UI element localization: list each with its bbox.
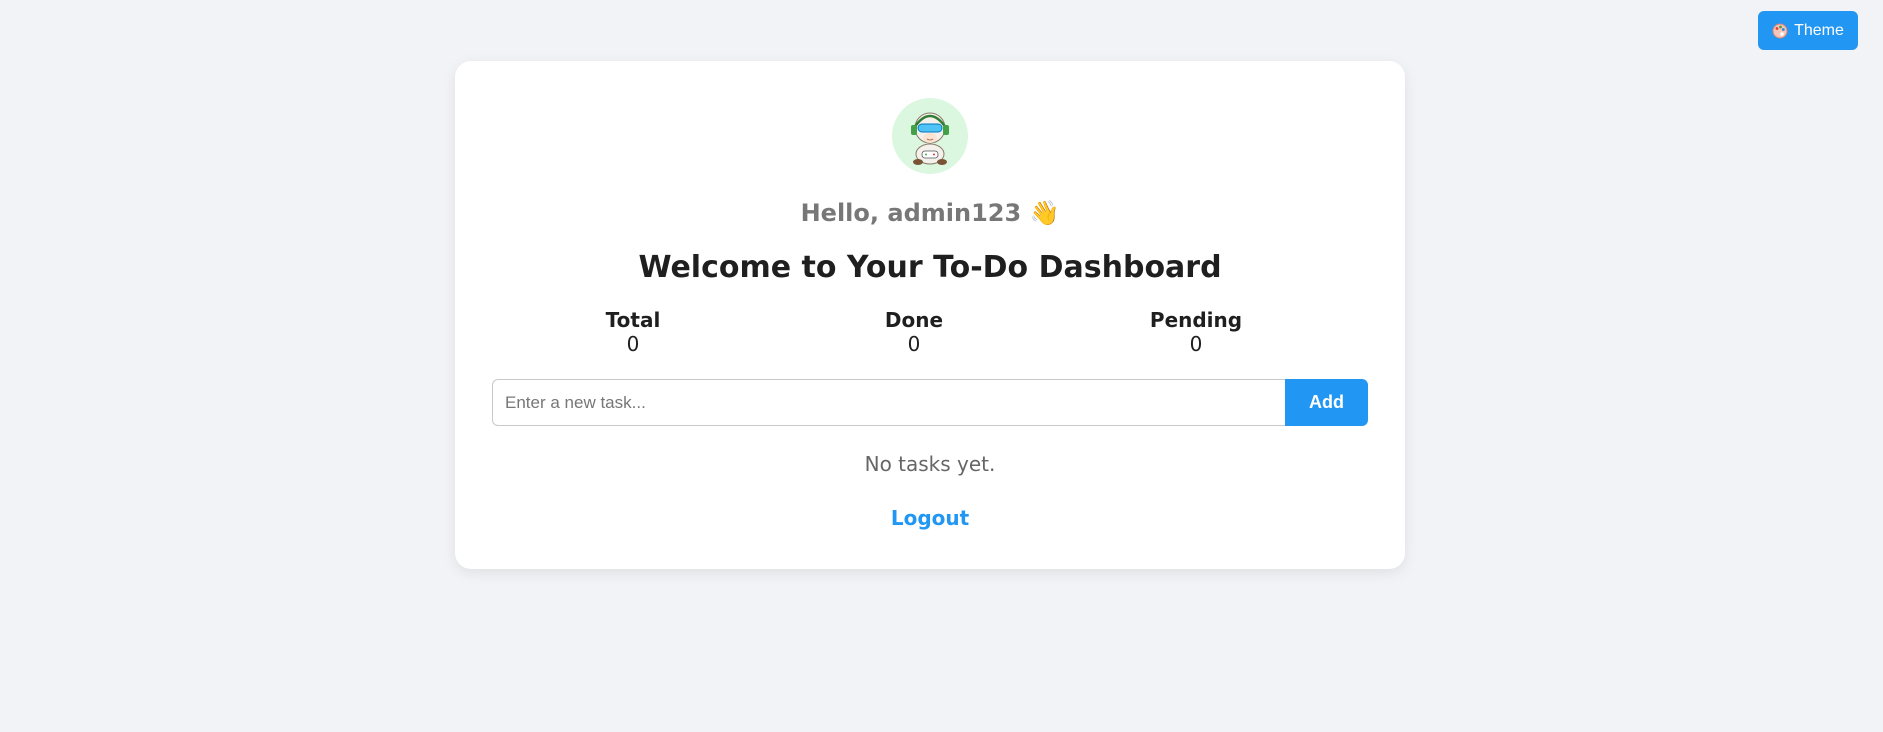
theme-button[interactable]: Theme	[1758, 11, 1858, 50]
stat-label: Done	[884, 308, 944, 332]
stat-pending: Pending 0	[1096, 308, 1296, 356]
stat-label: Total	[605, 308, 661, 332]
palette-icon	[1772, 23, 1788, 39]
sheep-avatar-icon	[911, 112, 949, 165]
stat-total: Total 0	[533, 308, 733, 356]
logout-link[interactable]: Logout	[455, 506, 1405, 530]
add-task-button[interactable]: Add	[1285, 379, 1368, 426]
stat-value: 0	[1189, 332, 1203, 356]
empty-tasks-message: No tasks yet.	[864, 452, 996, 476]
theme-button-label: Theme	[1794, 21, 1844, 39]
stat-done: Done 0	[814, 308, 1014, 356]
avatar	[892, 98, 968, 174]
stat-value: 0	[907, 332, 921, 356]
stat-label: Pending	[1149, 308, 1243, 332]
new-task-input[interactable]	[492, 379, 1286, 426]
greeting-text: Hello, admin123 👋	[800, 199, 1060, 227]
dashboard-card: Hello, admin123 👋 Welcome to Your To-Do …	[455, 61, 1405, 569]
page-title: Welcome to Your To-Do Dashboard	[638, 250, 1222, 285]
stat-value: 0	[626, 332, 640, 356]
